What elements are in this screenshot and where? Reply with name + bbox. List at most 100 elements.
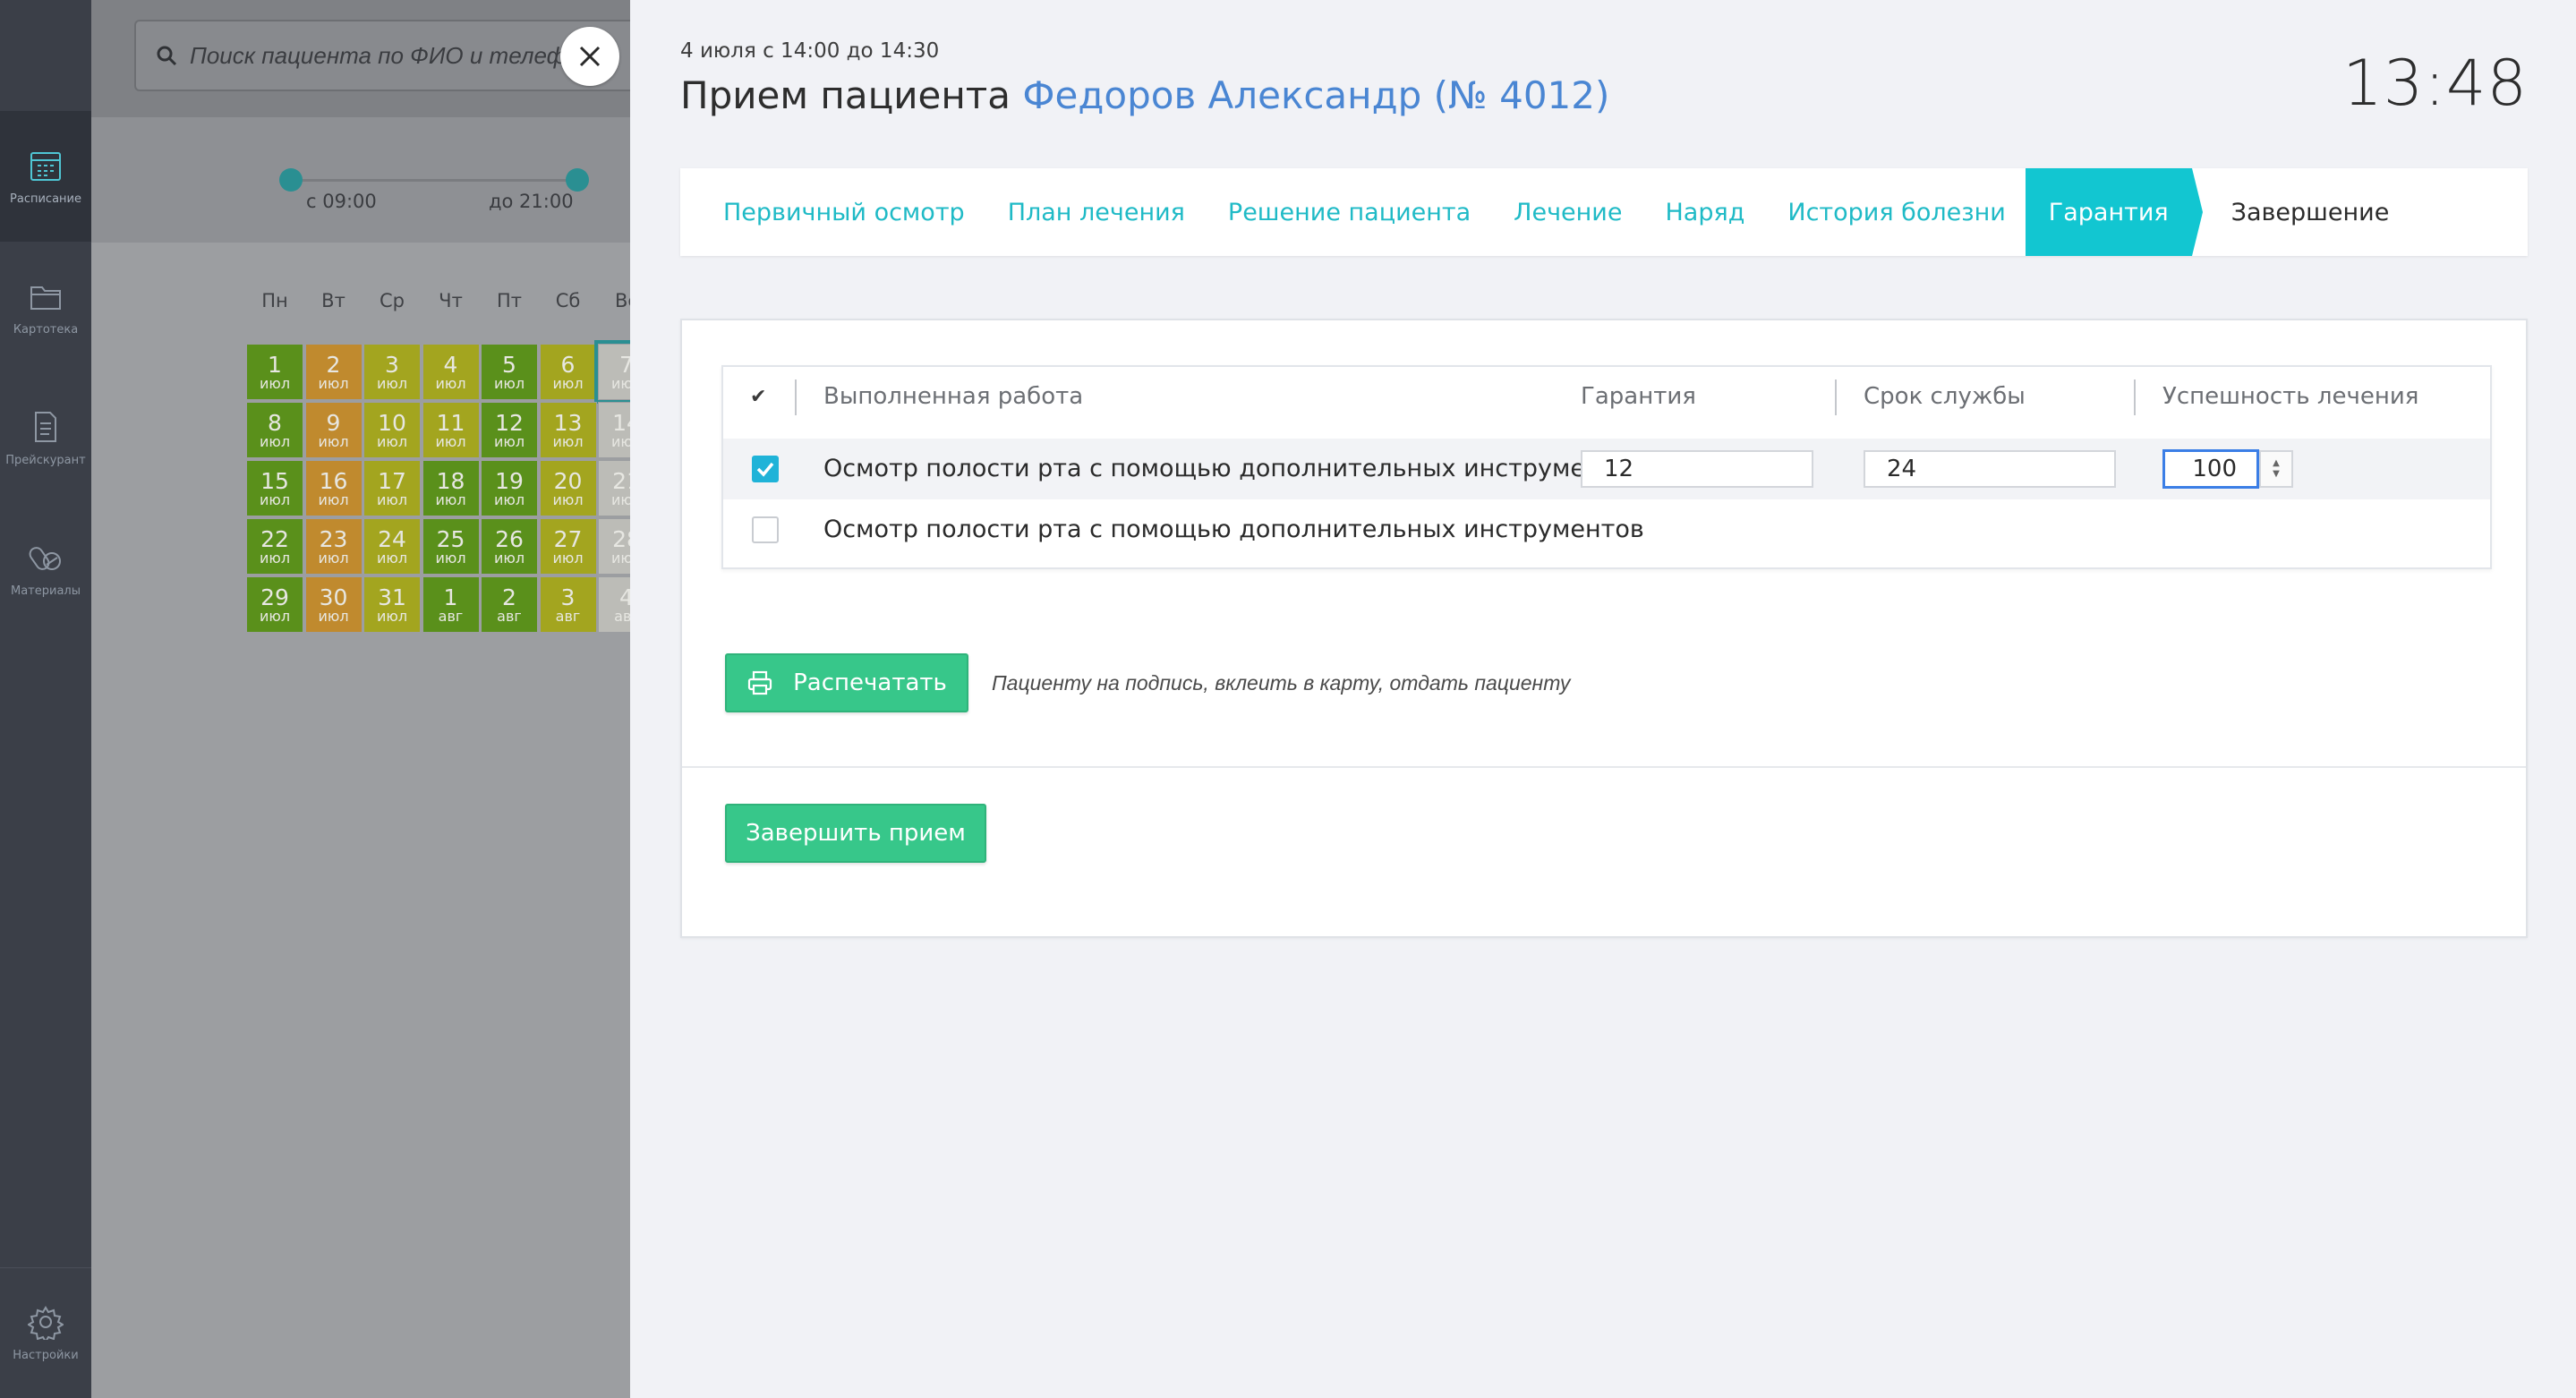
calendar-day[interactable]: 21июл — [598, 460, 630, 516]
calendar-day-month: июл — [259, 432, 291, 450]
tab-work-order[interactable]: Наряд — [1665, 168, 1744, 256]
calendar-day[interactable]: 17 июл — [363, 460, 421, 516]
close-modal-button[interactable] — [560, 27, 619, 86]
calendar-day[interactable]: 27 июл — [539, 518, 597, 575]
print-button[interactable]: Распечатать — [725, 653, 968, 712]
calendar-day[interactable]: 6 июл — [539, 344, 597, 400]
tab-patient-decision[interactable]: Решение пациента — [1228, 168, 1471, 256]
calendar-day[interactable]: 29 июл — [246, 576, 303, 633]
printer-icon — [748, 670, 772, 695]
calendar-day[interactable]: 8 июл — [246, 402, 303, 458]
success-input[interactable]: 100 — [2162, 449, 2259, 489]
calendar-day[interactable]: 18 июл — [422, 460, 480, 516]
calendar-day[interactable]: 12 июл — [481, 402, 538, 458]
column-divider — [2134, 379, 2136, 415]
calendar-day[interactable]: 15 июл — [246, 460, 303, 516]
calendar-day[interactable]: 23 июл — [304, 518, 363, 575]
patient-search-input[interactable]: Поиск пациента по ФИО и телефону — [134, 20, 630, 91]
stepper-down-icon[interactable]: ▼ — [2273, 469, 2280, 480]
tab-treatment[interactable]: Лечение — [1514, 168, 1622, 256]
calendar-day[interactable]: 26 июл — [481, 518, 538, 575]
sidebar-item-label: Расписание — [10, 192, 81, 206]
calendar-day-month: июл — [318, 490, 349, 508]
calendar-day-number: 2 — [326, 351, 341, 378]
calendar-day-number: 4 — [619, 584, 630, 610]
search-icon — [157, 46, 177, 66]
calendar-day[interactable]: 28июл — [598, 518, 630, 575]
weekday-label: Ср — [380, 290, 405, 311]
print-button-label: Распечатать — [793, 669, 947, 696]
row-checkbox-checked[interactable] — [752, 456, 779, 482]
calendar-day[interactable]: 1 авг — [422, 576, 480, 633]
tab-completion[interactable]: Завершение — [2231, 168, 2390, 256]
row-work-text: Осмотр полости рта с помощью дополнитель… — [823, 516, 1644, 543]
calendar-day[interactable]: 20 июл — [539, 460, 597, 516]
workflow-tabs: Первичный осмотр План лечения Решение па… — [680, 168, 2528, 256]
sidebar-item-card-index[interactable]: Картотека — [0, 242, 91, 372]
success-stepper[interactable]: ▲ ▼ — [2259, 450, 2293, 488]
calendar-day[interactable]: 16 июл — [304, 460, 363, 516]
calendar-day[interactable]: 9 июл — [304, 402, 363, 458]
calendar-day-month: июл — [493, 374, 525, 392]
calendar-day-number: 1 — [268, 351, 282, 378]
calendar-day[interactable]: 4авг — [598, 576, 630, 633]
calendar-day-month: июл — [376, 432, 408, 450]
sidebar-item-price-list[interactable]: Прейскурант — [0, 372, 91, 503]
patient-link[interactable]: Федоров Александр (№ 4012) — [1022, 73, 1609, 117]
service-life-input[interactable]: 24 — [1864, 450, 2116, 488]
pills-icon — [29, 546, 61, 570]
calendar-day[interactable]: 7июл — [594, 340, 630, 404]
tab-medical-history[interactable]: История болезни — [1787, 168, 2005, 256]
finish-appointment-button[interactable]: Завершить прием — [725, 804, 986, 863]
calendar-day[interactable]: 5 июл — [481, 344, 538, 400]
close-icon — [579, 46, 601, 67]
calendar-day-month: июл — [259, 549, 291, 567]
calendar-day[interactable]: 4 июл — [422, 344, 480, 400]
calendar-day-month: авг — [555, 607, 581, 625]
calendar-day[interactable]: 10 июл — [363, 402, 421, 458]
calendar-day[interactable]: 2 авг — [481, 576, 538, 633]
calendar-day[interactable]: 3 июл — [363, 344, 421, 400]
sidebar-item-settings[interactable]: Настройки — [0, 1267, 91, 1398]
sidebar-item-materials[interactable]: Материалы — [0, 503, 91, 634]
calendar-day-number: 31 — [378, 584, 406, 610]
calendar-day-number: 19 — [495, 467, 524, 494]
gear-icon — [28, 1306, 64, 1340]
sidebar-item-label: Прейскурант — [5, 453, 86, 467]
calendar-day[interactable]: 31 июл — [363, 576, 421, 633]
calendar-day[interactable]: 14июл — [598, 402, 630, 458]
tab-initial-exam[interactable]: Первичный осмотр — [723, 168, 965, 256]
calendar-day[interactable]: 11 июл — [422, 402, 480, 458]
calendar-day-month: июл — [376, 374, 408, 392]
calendar-day[interactable]: 3 авг — [539, 576, 597, 633]
schedule-panel-background: Поиск пациента по ФИО и телефону с 09:00… — [91, 0, 630, 1398]
calendar-day[interactable]: 19 июл — [481, 460, 538, 516]
row-checkbox-unchecked[interactable] — [752, 516, 779, 543]
calendar-day[interactable]: 24 июл — [363, 518, 421, 575]
slider-handle-to[interactable] — [566, 168, 589, 192]
calendar-day-number: 23 — [319, 525, 348, 552]
calendar-day-number: 12 — [495, 409, 524, 436]
tab-warranty[interactable]: Гарантия — [2025, 168, 2203, 256]
stepper-up-icon[interactable]: ▲ — [2273, 458, 2280, 469]
calendar-day[interactable]: 22 июл — [246, 518, 303, 575]
calendar-day-month: июл — [259, 607, 291, 625]
calendar-day-number: 14 — [612, 409, 630, 436]
sidebar-item-schedule[interactable]: Расписание — [0, 111, 91, 242]
tab-treatment-plan[interactable]: План лечения — [1008, 168, 1185, 256]
sidebar-item-label: Картотека — [13, 322, 79, 337]
calendar-day[interactable]: 1 июл — [246, 344, 303, 400]
warranty-input[interactable]: 12 — [1581, 450, 1813, 488]
calendar-day[interactable]: 25 июл — [422, 518, 480, 575]
calendar-day[interactable]: 2 июл — [304, 344, 363, 400]
appointment-time-range: 4 июля с 14:00 до 14:30 — [680, 39, 940, 63]
calendar-day-number: 11 — [436, 409, 465, 436]
slider-track[interactable] — [290, 179, 576, 182]
row-work-text: Осмотр полости рта с помощью дополнитель… — [823, 455, 1644, 482]
calendar-day[interactable]: 30 июл — [304, 576, 363, 633]
calendar-day-month: июл — [318, 374, 349, 392]
calendar-day[interactable]: 13 июл — [539, 402, 597, 458]
calendar-day-month: июл — [376, 607, 408, 625]
calendar-day-number: 3 — [385, 351, 399, 378]
slider-handle-from[interactable] — [279, 168, 303, 192]
